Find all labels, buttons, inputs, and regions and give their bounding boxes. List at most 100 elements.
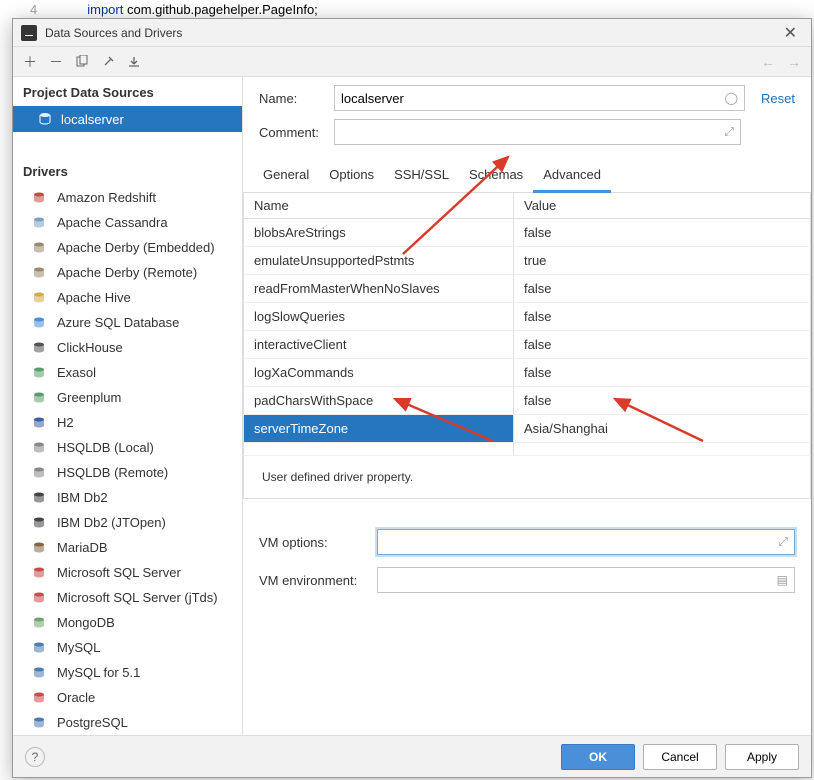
driver-icon [31,540,47,556]
property-row[interactable]: serverTimeZoneAsia/Shanghai [244,415,811,443]
driver-label: PostgreSQL [57,715,128,730]
driver-item[interactable]: MySQL for 5.1 [13,660,242,685]
driver-item[interactable]: Apache Derby (Embedded) [13,235,242,260]
column-header-value[interactable]: Value [514,193,811,219]
driver-item[interactable]: Apache Cassandra [13,210,242,235]
property-row[interactable]: blobsAreStringsfalse [244,219,811,247]
code-text: com.github.pagehelper.PageInfo; [123,2,317,17]
property-row[interactable]: logSlowQueriesfalse [244,303,811,331]
comment-label: Comment: [259,125,334,140]
driver-item[interactable]: H2 [13,410,242,435]
data-source-label: localserver [61,112,124,127]
property-row[interactable]: readFromMasterWhenNoSlavesfalse [244,275,811,303]
property-name[interactable]: emulateUnsupportedPstmts [244,247,514,275]
data-source-item[interactable]: localserver [13,106,242,132]
driver-item[interactable]: Azure SQL Database [13,310,242,335]
driver-item[interactable]: Exasol [13,360,242,385]
driver-item[interactable]: IBM Db2 [13,485,242,510]
ok-button[interactable]: OK [561,744,635,770]
tab-sshssl[interactable]: SSH/SSL [384,161,459,192]
comment-input-field[interactable] [341,120,714,144]
forward-button[interactable]: → [783,51,805,73]
driver-item[interactable]: MongoDB [13,610,242,635]
tab-advanced[interactable]: Advanced [533,161,611,193]
property-row[interactable]: padCharsWithSpacefalse [244,387,811,415]
driver-item[interactable]: IBM Db2 (JTOpen) [13,510,242,535]
property-name[interactable]: serverTimeZone [244,415,514,443]
property-row[interactable]: interactiveClientfalse [244,331,811,359]
tab-general[interactable]: General [253,161,319,192]
driver-label: MySQL [57,640,100,655]
expand-icon[interactable]: ⤢ [724,125,734,140]
tab-schemas[interactable]: Schemas [459,161,533,192]
driver-item[interactable]: Oracle [13,685,242,710]
dialog-titlebar[interactable]: Data Sources and Drivers ✕ [13,19,811,47]
driver-item[interactable]: HSQLDB (Remote) [13,460,242,485]
column-header-name[interactable]: Name [244,193,514,219]
property-value[interactable]: true [514,247,811,275]
vm-options-field[interactable] [384,530,768,554]
cancel-button[interactable]: Cancel [643,744,717,770]
property-name-placeholder[interactable] [244,443,514,456]
driver-item[interactable]: MySQL [13,635,242,660]
property-value[interactable]: false [514,359,811,387]
dialog-footer: ? OK Cancel Apply [13,735,811,777]
property-row[interactable]: emulateUnsupportedPstmtstrue [244,247,811,275]
driver-icon [31,590,47,606]
property-value[interactable]: false [514,387,811,415]
driver-label: Apache Hive [57,290,131,305]
driver-label: Apache Derby (Remote) [57,265,197,280]
driver-item[interactable]: Microsoft SQL Server (jTds) [13,585,242,610]
property-name[interactable]: logXaCommands [244,359,514,387]
apply-button[interactable]: Apply [725,744,799,770]
property-name[interactable]: blobsAreStrings [244,219,514,247]
copy-button[interactable] [71,51,93,73]
driver-icon [31,715,47,731]
vm-environment-input[interactable]: ▤ [377,567,795,593]
reset-link[interactable]: Reset [761,91,795,106]
driver-icon [31,190,47,206]
settings-button[interactable] [97,51,119,73]
property-value[interactable]: false [514,331,811,359]
remove-button[interactable]: － [45,51,67,73]
driver-label: Apache Cassandra [57,215,168,230]
driver-item[interactable]: Apache Derby (Remote) [13,260,242,285]
property-name[interactable]: interactiveClient [244,331,514,359]
property-value[interactable]: false [514,219,811,247]
add-button[interactable]: ＋ [19,51,41,73]
driver-label: Amazon Redshift [57,190,156,205]
expand-icon[interactable]: ⤢ [778,535,788,550]
name-input-field[interactable] [341,86,718,110]
driver-label: Microsoft SQL Server (jTds) [57,590,218,605]
back-button[interactable]: ← [757,51,779,73]
driver-item[interactable]: Apache Hive [13,285,242,310]
property-name[interactable]: logSlowQueries [244,303,514,331]
driver-item[interactable]: HSQLDB (Local) [13,435,242,460]
property-value[interactable]: false [514,275,811,303]
help-button[interactable]: ? [25,747,45,767]
driver-item[interactable]: PostgreSQL [13,710,242,735]
property-name[interactable]: padCharsWithSpace [244,387,514,415]
property-row[interactable]: logXaCommandsfalse [244,359,811,387]
property-name[interactable]: readFromMasterWhenNoSlaves [244,275,514,303]
property-value-placeholder[interactable] [514,443,811,456]
driver-item[interactable]: Microsoft SQL Server [13,560,242,585]
driver-item[interactable]: ClickHouse [13,335,242,360]
property-value[interactable]: false [514,303,811,331]
property-value[interactable]: Asia/Shanghai [514,415,811,443]
vm-options-input[interactable]: ⤢ [377,529,795,555]
properties-table[interactable]: Name Value blobsAreStringsfalseemulateUn… [243,193,811,456]
color-circle-icon[interactable]: ◯ [725,91,738,105]
close-button[interactable]: ✕ [778,23,803,43]
comment-input[interactable]: ⤢ [334,119,741,145]
make-global-button[interactable] [123,51,145,73]
vm-environment-field[interactable] [384,568,768,592]
driver-item[interactable]: Greenplum [13,385,242,410]
driver-item[interactable]: Amazon Redshift [13,185,242,210]
tab-options[interactable]: Options [319,161,384,192]
driver-label: IBM Db2 [57,490,108,505]
name-input[interactable]: ◯ [334,85,745,111]
driver-item[interactable]: MariaDB [13,535,242,560]
property-row-placeholder[interactable] [244,443,811,456]
browse-icon[interactable]: ▤ [777,573,788,587]
